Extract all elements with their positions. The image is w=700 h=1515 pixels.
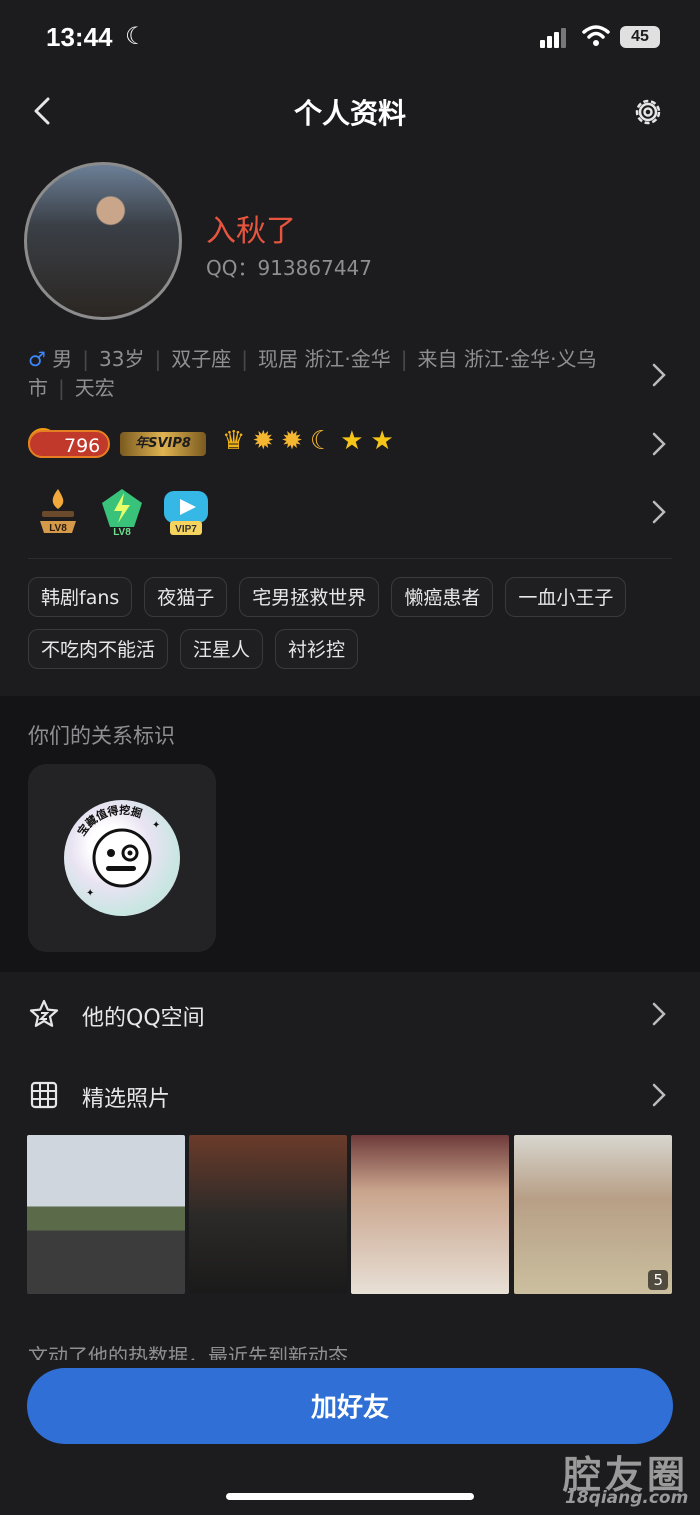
- svg-text:✦: ✦: [86, 888, 94, 899]
- tag[interactable]: 衬衫控: [275, 629, 359, 669]
- photo-thumbnail[interactable]: [27, 1135, 185, 1294]
- grid-icon: [30, 1081, 58, 1109]
- avatar[interactable]: [24, 162, 182, 320]
- qzone-row[interactable]: 他的QQ空间: [0, 984, 700, 1044]
- photos-row[interactable]: 精选照片: [0, 1064, 700, 1124]
- current-city: 现居 浙江·金华: [258, 347, 391, 371]
- page-title: 个人资料: [293, 97, 406, 130]
- svip-badge: 年SVIP8: [120, 432, 206, 456]
- photos-chevron-icon: [652, 1083, 666, 1107]
- male-icon: ♂: [28, 347, 46, 371]
- sun-icon: ✹: [281, 426, 303, 456]
- levels-chevron-icon[interactable]: [652, 500, 666, 524]
- flame-level-label: LV8: [49, 523, 67, 534]
- photo-count-badge: 5: [648, 1270, 668, 1290]
- bolt-level-label: LV8: [113, 527, 131, 537]
- qq-number: QQ：913867447: [206, 256, 373, 280]
- svg-text:✦: ✦: [152, 820, 160, 831]
- photo-thumbnail[interactable]: [351, 1135, 509, 1294]
- coin-count: 796: [28, 430, 110, 458]
- nickname: 入秋了: [206, 214, 296, 249]
- photo-thumbnail[interactable]: [189, 1135, 347, 1294]
- tag[interactable]: 汪星人: [180, 629, 264, 669]
- do-not-disturb-icon: ☾: [125, 22, 147, 50]
- wifi-icon: [582, 25, 610, 46]
- tag[interactable]: 夜猫子: [144, 577, 228, 617]
- home-indicator[interactable]: [226, 1493, 474, 1500]
- bolt-level-icon[interactable]: LV8: [96, 485, 148, 537]
- tag[interactable]: 韩剧fans: [28, 577, 133, 617]
- level-icons: ♛ ✹ ✹ ☾ ★ ★: [222, 426, 401, 456]
- age: 33岁: [99, 347, 145, 371]
- qzone-label: 他的QQ空间: [82, 1006, 205, 1031]
- vip-play-icon[interactable]: VIP7: [160, 485, 212, 537]
- watermark-url: 18qiang.com: [565, 1488, 689, 1508]
- badges-chevron-icon[interactable]: [652, 432, 666, 456]
- zodiac: 双子座: [171, 347, 232, 371]
- gear-icon[interactable]: [632, 96, 664, 128]
- tag[interactable]: 不吃肉不能活: [28, 629, 169, 669]
- tag[interactable]: 一血小王子: [505, 577, 627, 617]
- qzone-chevron-icon: [652, 1002, 666, 1026]
- star-outline-icon: [29, 999, 59, 1027]
- status-bar: 13:44 ☾ 45: [0, 0, 700, 80]
- flame-level-icon[interactable]: LV8: [32, 485, 84, 537]
- photos-label: 精选照片: [82, 1087, 171, 1112]
- divider: [28, 558, 672, 559]
- photo-thumbnail[interactable]: 5: [514, 1135, 672, 1294]
- info-chevron-icon[interactable]: [652, 363, 666, 387]
- star-icon: ★: [340, 426, 364, 456]
- profile-info[interactable]: ♂ 男 | 33岁 | 双子座 | 现居 浙江·金华 | 来自 浙江·金华·义乌市 | 天宏: [28, 345, 628, 403]
- relation-title: 你们的关系标识: [28, 724, 175, 748]
- vip-play-label: VIP7: [175, 524, 197, 535]
- star-icon: ★: [370, 426, 394, 456]
- tag[interactable]: 懒癌患者: [391, 577, 494, 617]
- crown-icon: ♛: [222, 426, 246, 456]
- sun-icon: ✹: [252, 426, 275, 456]
- relation-badge-face-icon: 宝藏值得挖掘 ✦ ✦: [74, 803, 160, 899]
- company: 天宏: [74, 376, 115, 400]
- gender: 男: [52, 347, 73, 371]
- status-time: 13:44: [46, 22, 113, 52]
- interest-tags: 韩剧fans 夜猫子 宅男拯救世界 懒癌患者 一血小王子不吃肉不能活 汪星人 衬衫控: [28, 577, 672, 681]
- signal-icon: [540, 28, 568, 48]
- photo-strip: 5: [27, 1135, 673, 1294]
- add-friend-button[interactable]: 加好友: [27, 1368, 673, 1444]
- tag[interactable]: 宅男拯救世界: [239, 577, 380, 617]
- moon-icon: ☾: [309, 426, 334, 456]
- battery-indicator: 45: [620, 26, 660, 48]
- partial-row-text: 文动了他的热数据，最近先到新动态: [28, 1344, 348, 1360]
